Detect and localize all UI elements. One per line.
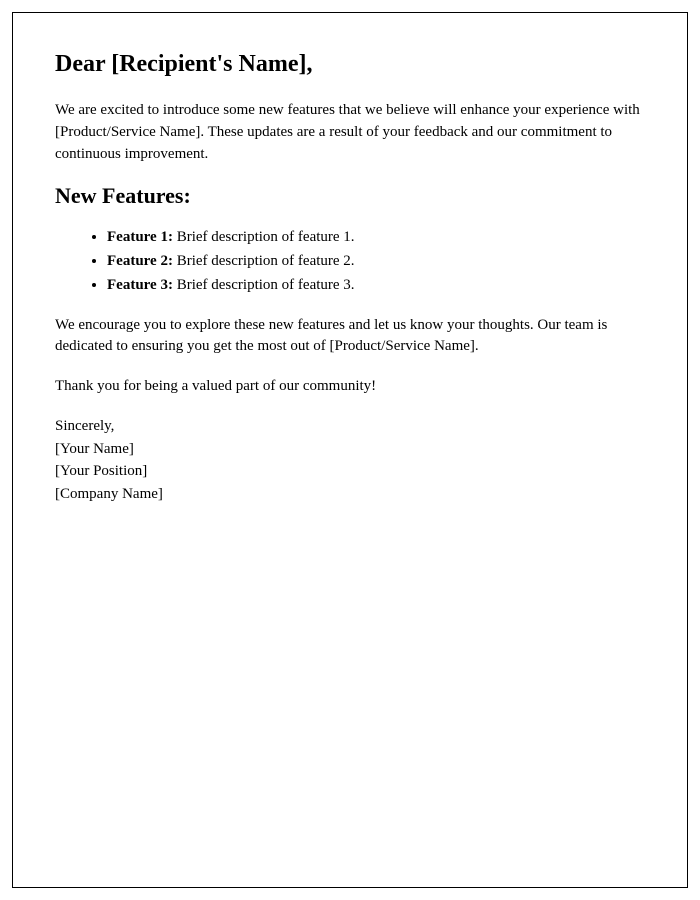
thanks-paragraph: Thank you for being a valued part of our…: [55, 376, 645, 398]
letter-page: Dear [Recipient's Name], We are excited …: [12, 12, 688, 888]
feature-label: Feature 2:: [107, 253, 173, 269]
list-item: Feature 2: Brief description of feature …: [107, 251, 645, 273]
signature-position: [Your Position]: [55, 461, 645, 483]
feature-label: Feature 1:: [107, 229, 173, 245]
greeting-line: Dear [Recipient's Name],: [55, 51, 645, 78]
explore-paragraph: We encourage you to explore these new fe…: [55, 315, 645, 359]
intro-paragraph: We are excited to introduce some new fea…: [55, 100, 645, 165]
feature-desc: Brief description of feature 1.: [173, 229, 355, 245]
signature-block: Sincerely, [Your Name] [Your Position] […: [55, 416, 645, 506]
feature-list: Feature 1: Brief description of feature …: [55, 227, 645, 296]
list-item: Feature 1: Brief description of feature …: [107, 227, 645, 249]
signature-name: [Your Name]: [55, 439, 645, 461]
signature-closing: Sincerely,: [55, 416, 645, 438]
feature-desc: Brief description of feature 2.: [173, 253, 355, 269]
feature-label: Feature 3:: [107, 277, 173, 293]
signature-company: [Company Name]: [55, 484, 645, 506]
list-item: Feature 3: Brief description of feature …: [107, 275, 645, 297]
feature-desc: Brief description of feature 3.: [173, 277, 355, 293]
features-heading: New Features:: [55, 183, 645, 209]
